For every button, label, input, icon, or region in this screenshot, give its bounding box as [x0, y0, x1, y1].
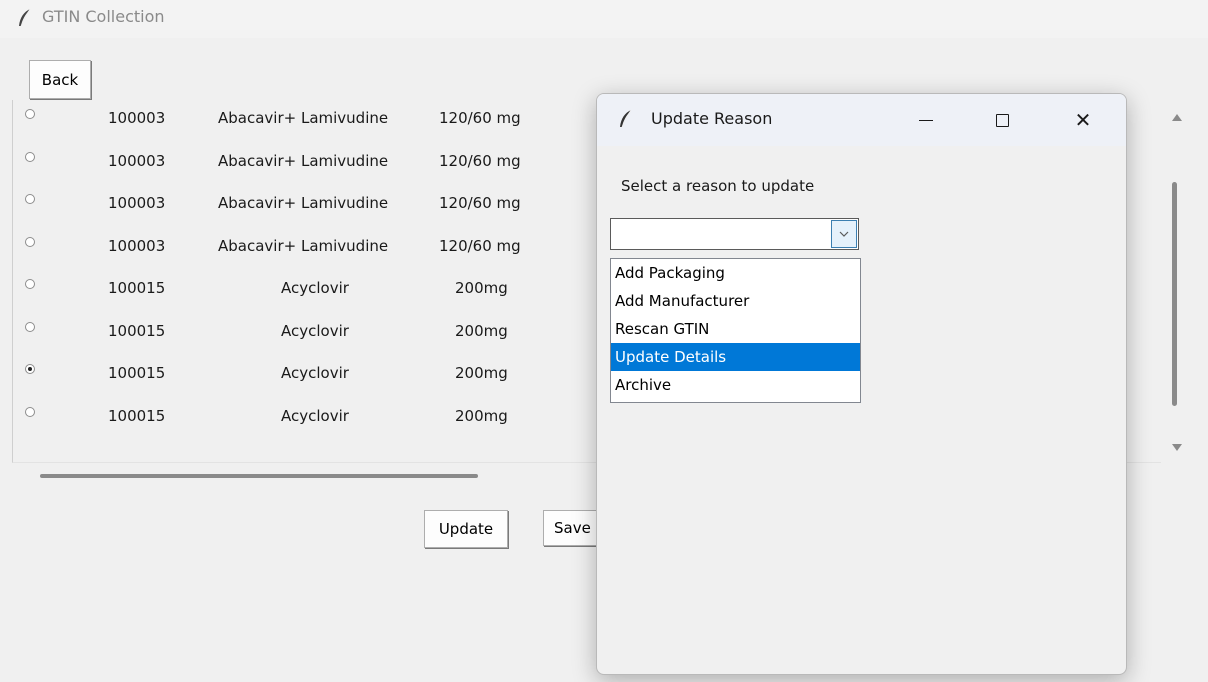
dropdown-option[interactable]: Update Details	[611, 343, 860, 371]
row-radio-button[interactable]	[25, 151, 35, 162]
chevron-down-icon	[839, 231, 849, 237]
row-radio-button[interactable]	[25, 321, 35, 332]
reason-combobox[interactable]	[610, 218, 859, 250]
row-name: Abacavir+ Lamivudine	[218, 151, 389, 170]
list-row[interactable]: 100015 Acyclovir 200mg	[13, 402, 613, 432]
row-code: 100003	[108, 194, 166, 212]
list-row[interactable]: 100003 Abacavir+ Lamivudine 120/60 mg	[13, 232, 613, 262]
row-radio-button[interactable]	[25, 194, 35, 204]
row-radio-button[interactable]	[25, 109, 35, 119]
row-strength: 200mg	[455, 321, 508, 340]
row-code: 100003	[108, 236, 166, 255]
back-button[interactable]: Back	[29, 60, 91, 99]
maximize-button[interactable]	[979, 94, 1025, 146]
row-strength: 200mg	[455, 364, 508, 382]
list-row[interactable]: 100003 Abacavir+ Lamivudine 120/60 mg	[13, 189, 613, 219]
row-radio-button[interactable]	[25, 279, 35, 289]
row-code: 100015	[108, 321, 166, 340]
row-radio-button[interactable]	[25, 236, 35, 247]
window-title: GTIN Collection	[42, 7, 165, 26]
scroll-up-icon[interactable]	[1172, 114, 1182, 121]
reason-dropdown-list: Add Packaging Add Manufacturer Rescan GTIN…	[610, 258, 861, 403]
row-name: Abacavir+ Lamivudine	[218, 194, 389, 212]
row-strength: 120/60 mg	[439, 151, 521, 170]
scroll-thumb[interactable]	[1172, 182, 1177, 406]
update-button[interactable]: Update	[424, 510, 508, 548]
horizontal-scrollbar[interactable]	[40, 474, 478, 478]
row-name: Acyclovir	[281, 364, 349, 382]
row-name: Abacavir+ Lamivudine	[218, 109, 389, 127]
dialog-title: Update Reason	[651, 109, 773, 128]
feather-icon	[619, 110, 633, 128]
list-row[interactable]: 100015 Acyclovir 200mg	[13, 359, 613, 389]
dialog-titlebar[interactable]: Update Reason ✕	[597, 94, 1126, 146]
row-code: 100015	[108, 279, 166, 297]
dropdown-option[interactable]: Add Packaging	[611, 259, 860, 287]
minimize-icon	[919, 119, 933, 121]
row-name: Acyclovir	[281, 406, 349, 425]
row-radio-button[interactable]	[25, 364, 35, 374]
row-code: 100003	[108, 109, 166, 127]
dropdown-option[interactable]: Add Manufacturer	[611, 287, 860, 315]
row-code: 100003	[108, 151, 166, 170]
row-code: 100015	[108, 406, 166, 425]
row-strength: 120/60 mg	[439, 109, 521, 127]
list-row[interactable]: 100003 Abacavir+ Lamivudine 120/60 mg	[13, 147, 613, 177]
row-strength: 120/60 mg	[439, 236, 521, 255]
maximize-icon	[995, 113, 1009, 127]
close-button[interactable]: ✕	[1060, 94, 1106, 146]
main-titlebar: GTIN Collection	[0, 0, 1208, 38]
scroll-down-icon[interactable]	[1172, 444, 1182, 451]
list-row[interactable]: 100003 Abacavir+ Lamivudine 120/60 mg	[13, 104, 613, 134]
row-strength: 200mg	[455, 406, 508, 425]
combo-dropdown-button[interactable]	[831, 220, 857, 248]
list-row[interactable]: 100015 Acyclovir 200mg	[13, 274, 613, 304]
row-name: Abacavir+ Lamivudine	[218, 236, 389, 255]
update-reason-dialog: Update Reason ✕ Select a reason to updat…	[596, 93, 1127, 675]
minimize-button[interactable]	[903, 94, 949, 146]
row-strength: 200mg	[455, 279, 508, 297]
dropdown-option[interactable]: Archive	[611, 371, 860, 399]
row-name: Acyclovir	[281, 321, 349, 340]
row-name: Acyclovir	[281, 279, 349, 297]
row-radio-button[interactable]	[25, 406, 35, 417]
feather-icon	[18, 9, 32, 27]
reason-prompt: Select a reason to update	[621, 177, 815, 195]
list-row[interactable]: 100015 Acyclovir 200mg	[13, 317, 613, 347]
row-strength: 120/60 mg	[439, 194, 521, 212]
vertical-scrollbar[interactable]	[1162, 100, 1192, 462]
close-icon: ✕	[1074, 108, 1092, 132]
dropdown-option[interactable]: Rescan GTIN	[611, 315, 860, 343]
row-code: 100015	[108, 364, 166, 382]
